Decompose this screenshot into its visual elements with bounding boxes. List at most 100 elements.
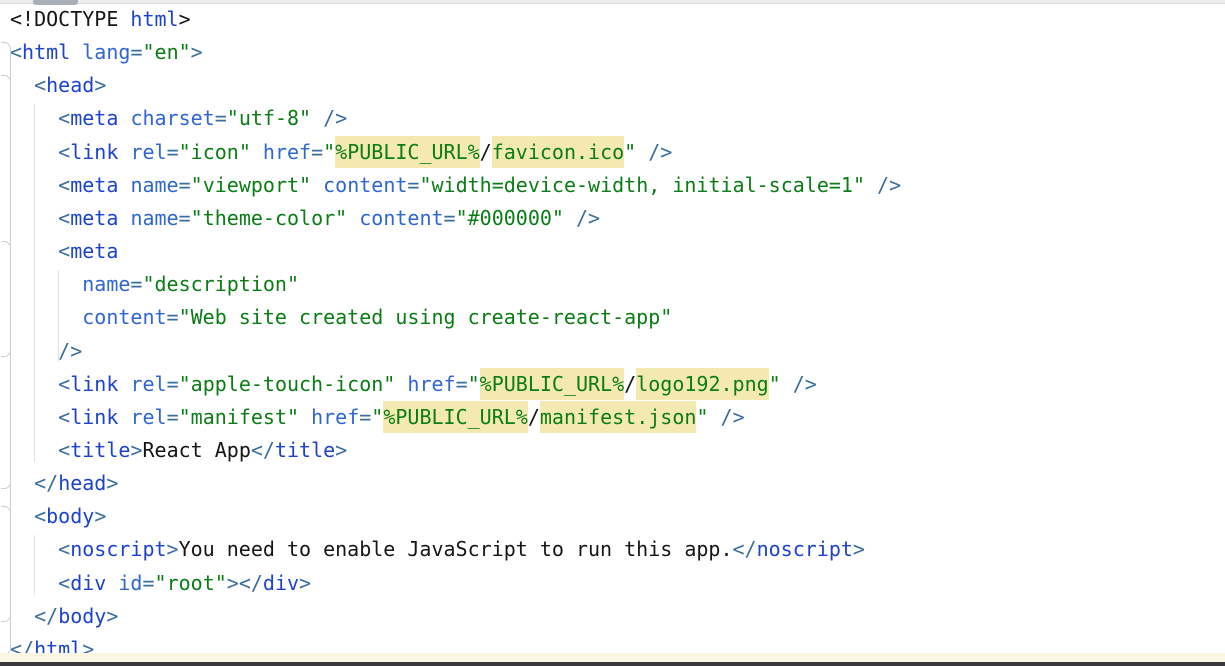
- code-token: href: [311, 405, 359, 429]
- window-bottom-edge: [0, 662, 1225, 666]
- code-token: <: [58, 173, 70, 197]
- code-token: =: [215, 106, 227, 130]
- fold-marker-start-line-16[interactable]: [1, 506, 11, 519]
- code-token: [10, 438, 58, 462]
- code-token: =: [311, 140, 323, 164]
- code-token: =: [179, 173, 191, 197]
- code-token: [10, 339, 58, 363]
- code-line-13[interactable]: <link rel="manifest" href="%PUBLIC_URL%/…: [0, 401, 1225, 434]
- code-line-10[interactable]: content="Web site created using create-r…: [0, 301, 1225, 334]
- code-token: "#000000": [456, 206, 564, 230]
- code-token: =: [142, 571, 154, 595]
- code-token: >: [335, 438, 347, 462]
- code-token: />: [648, 140, 672, 164]
- caret-line-highlight: [0, 653, 1225, 662]
- code-token: href: [407, 372, 455, 396]
- code-token: "manifest": [179, 405, 299, 429]
- code-token: </: [732, 537, 756, 561]
- code-token: ": [468, 372, 480, 396]
- code-token: meta: [70, 206, 118, 230]
- code-token: [10, 73, 34, 97]
- code-token: >: [130, 438, 142, 462]
- code-token: React App: [142, 438, 250, 462]
- code-token: <: [58, 106, 70, 130]
- code-token: noscript: [757, 537, 853, 561]
- code-token: rel: [130, 372, 166, 396]
- code-token: "theme-color": [191, 206, 348, 230]
- code-token: [118, 372, 130, 396]
- code-token: [10, 405, 58, 429]
- code-token: noscript: [70, 537, 166, 561]
- code-token: >: [106, 471, 118, 495]
- code-token: /: [480, 140, 492, 164]
- code-lines[interactable]: <!DOCTYPE html><html lang="en"> <head> <…: [0, 3, 1225, 666]
- code-editor[interactable]: <!DOCTYPE html><html lang="en"> <head> <…: [0, 0, 1225, 666]
- code-line-11[interactable]: />: [0, 335, 1225, 368]
- code-token: div: [263, 571, 299, 595]
- scrollbar-thumb[interactable]: [33, 0, 78, 5]
- code-token: [708, 405, 720, 429]
- code-token: %PUBLIC_URL%: [383, 401, 528, 433]
- code-token: %PUBLIC_URL%: [335, 136, 480, 168]
- fold-marker-start-line-8[interactable]: [1, 241, 11, 254]
- code-token: >: [94, 504, 106, 528]
- code-token: body: [58, 604, 106, 628]
- code-token: ": [624, 140, 636, 164]
- fold-marker-start-line-2[interactable]: [1, 42, 11, 55]
- fold-marker-start-line-3[interactable]: [1, 75, 11, 88]
- code-line-17[interactable]: <noscript>You need to enable JavaScript …: [0, 533, 1225, 566]
- code-line-8[interactable]: <meta: [0, 235, 1225, 268]
- code-token: [395, 372, 407, 396]
- code-token: rel: [130, 405, 166, 429]
- code-line-1[interactable]: <!DOCTYPE html>: [0, 3, 1225, 36]
- code-line-2[interactable]: <html lang="en">: [0, 36, 1225, 69]
- code-token: /: [528, 405, 540, 429]
- code-token: =: [167, 305, 179, 329]
- code-token: html: [130, 7, 178, 31]
- code-token: [118, 173, 130, 197]
- code-token: >: [853, 537, 865, 561]
- code-line-19[interactable]: </body>: [0, 600, 1225, 633]
- code-token: name: [82, 272, 130, 296]
- code-line-12[interactable]: <link rel="apple-touch-icon" href="%PUBL…: [0, 368, 1225, 401]
- code-token: <: [58, 438, 70, 462]
- code-token: "width=device-width, initial-scale=1": [419, 173, 865, 197]
- code-token: >: [191, 40, 203, 64]
- code-token: id: [118, 571, 142, 595]
- code-token: href: [263, 140, 311, 164]
- code-token: =: [444, 206, 456, 230]
- code-token: <: [58, 239, 70, 263]
- code-token: meta: [70, 239, 118, 263]
- code-token: ></: [227, 571, 263, 595]
- code-token: =: [130, 272, 142, 296]
- code-token: [106, 571, 118, 595]
- code-token: [10, 239, 58, 263]
- code-token: [10, 471, 34, 495]
- code-line-18[interactable]: <div id="root"></div>: [0, 567, 1225, 600]
- code-line-16[interactable]: <body>: [0, 500, 1225, 533]
- code-token: meta: [70, 173, 118, 197]
- code-line-9[interactable]: name="description": [0, 268, 1225, 301]
- code-token: body: [46, 504, 94, 528]
- code-token: "utf-8": [227, 106, 311, 130]
- code-token: =: [130, 40, 142, 64]
- code-line-3[interactable]: <head>: [0, 69, 1225, 102]
- code-token: [70, 40, 82, 64]
- code-token: =: [167, 405, 179, 429]
- code-token: title: [70, 438, 130, 462]
- code-line-7[interactable]: <meta name="theme-color" content="#00000…: [0, 202, 1225, 235]
- code-line-15[interactable]: </head>: [0, 467, 1225, 500]
- code-line-5[interactable]: <link rel="icon" href="%PUBLIC_URL%/favi…: [0, 136, 1225, 169]
- code-token: />: [877, 173, 901, 197]
- code-token: name: [130, 173, 178, 197]
- code-token: [781, 372, 793, 396]
- code-token: =: [167, 372, 179, 396]
- code-line-4[interactable]: <meta charset="utf-8" />: [0, 102, 1225, 135]
- code-token: "Web site created using create-react-app…: [179, 305, 673, 329]
- code-line-6[interactable]: <meta name="viewport" content="width=dev…: [0, 169, 1225, 202]
- code-token: content: [82, 305, 166, 329]
- code-token: "icon": [179, 140, 251, 164]
- code-line-14[interactable]: <title>React App</title>: [0, 434, 1225, 467]
- code-token: [10, 604, 34, 628]
- code-token: [865, 173, 877, 197]
